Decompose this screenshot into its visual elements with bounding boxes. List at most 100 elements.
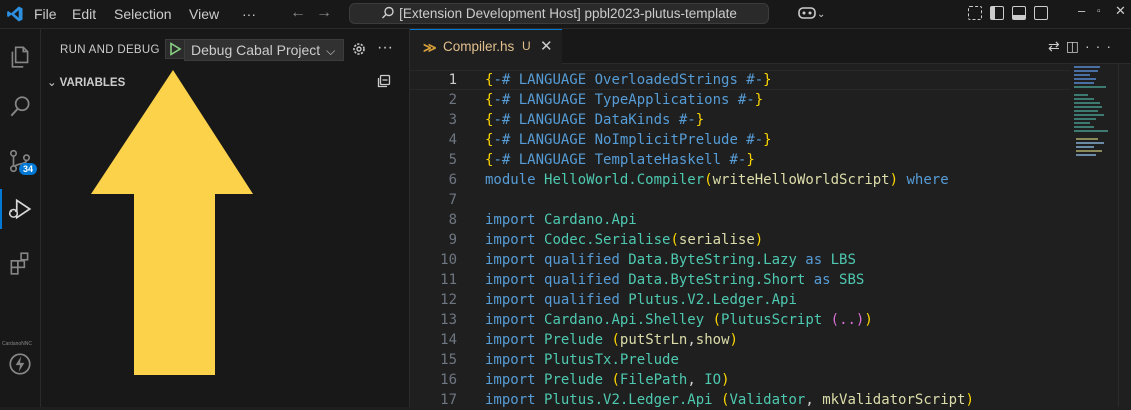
toggle-panel-icon[interactable]: [1012, 5, 1026, 20]
tab-label: Compiler.hs: [443, 39, 515, 54]
split-editor-icon[interactable]: ◫: [1066, 38, 1085, 54]
annotation-arrow: [91, 70, 253, 375]
code-text: import qualified Data.ByteString.Lazy as…: [485, 250, 856, 270]
code-line[interactable]: 16 import Prelude (FilePath, IO): [410, 370, 1070, 390]
code-line[interactable]: 10 import qualified Data.ByteString.Lazy …: [410, 250, 1070, 270]
code-token: as: [796, 252, 831, 268]
code-text: import Cardano.Api: [485, 210, 637, 230]
vertical-scrollbar[interactable]: [1118, 64, 1131, 407]
command-center-text: [Extension Development Host] ppbl2023-pl…: [399, 6, 737, 21]
menu-edit[interactable]: Edit: [72, 6, 96, 22]
open-changes-icon[interactable]: ⇄: [1048, 38, 1066, 54]
code-token: (..): [830, 312, 865, 328]
minimize-icon[interactable]: –: [1078, 3, 1085, 18]
code-token: ): [864, 312, 873, 328]
code-token: import qualified: [485, 292, 629, 308]
code-token: import: [485, 312, 545, 328]
code-line[interactable]: 17 import Plutus.V2.Ledger.Api (Validator…: [410, 390, 1070, 410]
code-token: -# LANGUAGE DataKinds #-: [493, 112, 696, 128]
chevron-down-icon: ⌵: [326, 44, 336, 58]
code-token: import qualified: [485, 272, 629, 288]
menu-view[interactable]: View: [189, 6, 219, 22]
tab-compiler-hs[interactable]: ≫ Compiler.hs U ✕: [410, 29, 562, 64]
extensions-icon[interactable]: [0, 243, 40, 283]
code-token: -# LANGUAGE TypeApplications #-: [493, 92, 755, 108]
code-line[interactable]: 14 import Prelude (putStrLn,show): [410, 330, 1070, 350]
search-icon: [382, 6, 394, 19]
code-line[interactable]: 8 import Cardano.Api: [410, 210, 1070, 230]
code-token: (: [670, 232, 679, 248]
sidebar-title: RUN AND DEBUG: [60, 44, 160, 56]
command-center[interactable]: [Extension Development Host] ppbl2023-pl…: [349, 3, 769, 24]
code-line[interactable]: 6 module HelloWorld.Compiler(writeHelloWo…: [410, 170, 1070, 190]
collapse-all-icon[interactable]: [377, 74, 391, 88]
menu-more[interactable]: ···: [242, 6, 256, 22]
untracked-badge: U: [522, 39, 531, 53]
toggle-secondary-sidebar-icon[interactable]: [1034, 5, 1048, 20]
run-and-debug-icon[interactable]: [0, 189, 40, 229]
code-token: (: [712, 312, 722, 328]
code-token: Plutus.V2.Ledger.Api: [628, 292, 797, 308]
chevron-down-icon: ⌄: [47, 77, 57, 89]
line-number: 6: [448, 172, 457, 188]
code-line[interactable]: 13 import Cardano.Api.Shelley (PlutusScri…: [410, 310, 1070, 330]
code-token: PlutusScript: [721, 312, 823, 328]
code-line[interactable]: 15 import PlutusTx.Prelude: [410, 350, 1070, 370]
code-token: import: [485, 332, 545, 348]
code-line[interactable]: 7: [410, 190, 1070, 210]
code-token: Codec.Serialise: [544, 232, 671, 248]
gear-icon[interactable]: [351, 41, 367, 57]
code-text: {-# LANGUAGE DataKinds #-}: [485, 110, 704, 130]
code-token: ): [729, 332, 738, 348]
menu-file[interactable]: File: [34, 6, 57, 22]
more-actions-icon[interactable]: ···: [1085, 38, 1117, 54]
code-line[interactable]: 2 {-# LANGUAGE TypeApplications #-}: [410, 90, 1070, 110]
minimap[interactable]: [1072, 66, 1118, 186]
code-line[interactable]: 11 import qualified Data.ByteString.Short…: [410, 270, 1070, 290]
code-token: (: [704, 172, 713, 188]
search-view-icon[interactable]: [0, 87, 40, 127]
code-line[interactable]: 9 import Codec.Serialise(serialise): [410, 230, 1070, 250]
code-text: import Plutus.V2.Ledger.Api (Validator, …: [485, 390, 974, 410]
code-line[interactable]: 12 import qualified Plutus.V2.Ledger.Api: [410, 290, 1070, 310]
more-actions-icon[interactable]: ···: [377, 39, 393, 57]
editor-area: ≫ Compiler.hs U ✕ ⇄◫··· 1 {-# LANGUAGE Ov…: [410, 29, 1131, 410]
line-number: 11: [440, 272, 457, 288]
activity-bar: 34 CardanoNNC: [0, 29, 41, 407]
code-token: writeHelloWorldScript: [712, 172, 890, 188]
code-token: -# LANGUAGE OverloadedStrings #-: [493, 72, 764, 88]
start-debugging-button[interactable]: [165, 39, 185, 59]
launch-config-select[interactable]: Debug Cabal Project ⌵: [184, 39, 344, 61]
restore-icon[interactable]: ▫: [1097, 6, 1101, 17]
copilot-menu[interactable]: ⌄: [797, 4, 825, 20]
code-token: ,: [805, 392, 823, 408]
line-number: 15: [440, 352, 457, 368]
line-number: 10: [440, 252, 457, 268]
code-text: import qualified Data.ByteString.Short a…: [485, 270, 864, 290]
customize-layout-icon[interactable]: [968, 5, 982, 20]
toggle-sidebar-icon[interactable]: [990, 5, 1004, 20]
close-window-icon[interactable]: ✕: [1115, 3, 1126, 19]
explorer-icon[interactable]: [0, 37, 40, 77]
code-token: Validator: [729, 392, 806, 408]
line-number: 17: [440, 392, 457, 408]
close-icon[interactable]: ✕: [540, 37, 553, 55]
code-text: import Prelude (putStrLn,show): [485, 330, 738, 350]
source-control-icon[interactable]: 34: [0, 141, 40, 181]
code-text: import qualified Plutus.V2.Ledger.Api: [485, 290, 797, 310]
code-line[interactable]: 5 {-# LANGUAGE TemplateHaskell #-}: [410, 150, 1070, 170]
code-token: LBS: [830, 252, 856, 268]
code-token: PlutusTx.Prelude: [544, 352, 679, 368]
code-token: ): [721, 372, 730, 388]
code-line[interactable]: 1 {-# LANGUAGE OverloadedStrings #-}: [410, 70, 1070, 90]
line-number: 13: [440, 312, 457, 328]
menu-selection[interactable]: Selection: [114, 6, 172, 22]
code-line[interactable]: 3 {-# LANGUAGE DataKinds #-}: [410, 110, 1070, 130]
code-line[interactable]: 4 {-# LANGUAGE NoImplicitPrelude #-}: [410, 130, 1070, 150]
navigation-arrows[interactable]: ←→: [290, 4, 342, 22]
forward-arrow-icon[interactable]: →: [316, 4, 342, 21]
lightning-icon[interactable]: [0, 344, 40, 384]
editor-tabs: ≫ Compiler.hs U ✕ ⇄◫···: [410, 29, 1131, 64]
back-arrow-icon[interactable]: ←: [290, 4, 316, 21]
code-token: Data.ByteString.Lazy: [628, 252, 797, 268]
